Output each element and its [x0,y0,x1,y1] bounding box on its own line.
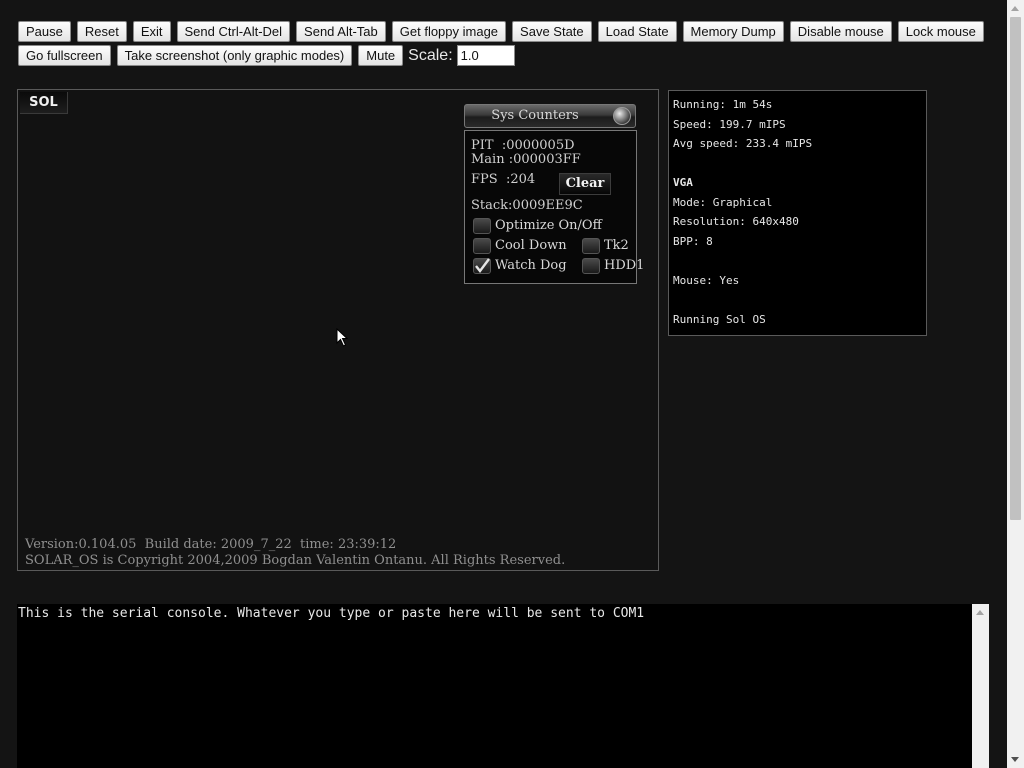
reset-button[interactable]: Reset [76,21,127,42]
page-scroll-down-icon[interactable] [1011,757,1019,762]
go-fullscreen-button[interactable]: Go fullscreen [18,45,111,66]
send-alt-tab-button[interactable]: Send Alt-Tab [296,21,386,42]
emulator-screen[interactable]: SOL Sys Counters PIT :0000005D Main :000… [17,89,659,571]
sys-counters-panel: PIT :0000005D Main :000003FF FPS :204 Cl… [464,130,644,284]
load-state-button[interactable]: Load State [597,21,677,42]
vga-bpp: BPP: 8 [673,235,713,248]
clear-button[interactable]: Clear [559,173,611,195]
scale-input[interactable] [456,45,515,66]
exit-button[interactable]: Exit [132,21,171,42]
pause-button[interactable]: Pause [18,21,71,42]
avg-speed-value: Avg speed: 233.4 mIPS [673,137,813,150]
sol-start-tab[interactable]: SOL [20,92,68,114]
watch-dog-checkbox[interactable] [473,258,491,274]
mouse-pointer-icon [336,328,349,347]
lock-mouse-button[interactable]: Lock mouse [897,21,984,42]
sys-counters-title: Sys Counters [491,108,579,123]
cool-down-label: Cool Down [495,238,567,253]
emulator-status-panel: Running: 1m 54s Speed: 199.7 mIPS Avg sp… [668,90,927,336]
toolbar-row-1: Pause Reset Exit Send Ctrl-Alt-Del Send … [18,21,990,42]
watch-dog-label: Watch Dog [495,258,567,273]
scale-label: Scale: [408,46,453,64]
main-counter: Main :000003FF [471,152,581,167]
fps-counter: FPS :204 [471,172,536,187]
checkmark-icon [475,258,490,273]
page-scrollbar[interactable] [1007,0,1024,768]
pit-counter: PIT :0000005D [471,138,575,153]
page-scroll-thumb[interactable] [1010,17,1021,520]
take-screenshot-button[interactable]: Take screenshot (only graphic modes) [116,45,353,66]
tk2-label: Tk2 [604,238,629,253]
mouse-status: Mouse: Yes [673,274,740,287]
send-ctrl-alt-del-button[interactable]: Send Ctrl-Alt-Del [176,21,291,42]
vga-resolution: Resolution: 640x480 [673,215,799,228]
version-line: Version:0.104.05 Build date: 2009_7_22 t… [25,537,397,552]
stack-counter: Stack:0009EE9C [471,198,583,213]
hdd1-label: HDD1 [604,258,645,273]
window-knob-icon[interactable] [613,107,631,125]
mute-button[interactable]: Mute [358,45,404,66]
page-scroll-up-icon[interactable] [1011,6,1019,11]
scroll-up-arrow-icon[interactable] [976,610,984,615]
get-floppy-image-button[interactable]: Get floppy image [391,21,507,42]
hdd1-checkbox[interactable] [582,258,600,274]
disable-mouse-button[interactable]: Disable mouse [789,21,892,42]
vga-mode: Mode: Graphical [673,196,773,209]
running-os: Running Sol OS [673,313,766,326]
speed-value: Speed: 199.7 mIPS [673,118,786,131]
running-time: Running: 1m 54s [673,98,773,111]
serial-console[interactable]: This is the serial console. Whatever you… [17,604,972,768]
copyright-line: SOLAR_OS is Copyright 2004,2009 Bogdan V… [25,553,566,568]
toolbar-row-2: Go fullscreen Take screenshot (only grap… [18,45,515,66]
optimize-label: Optimize On/Off [495,218,602,233]
vga-header: VGA [673,176,693,189]
tk2-checkbox[interactable] [582,238,600,254]
cool-down-checkbox[interactable] [473,238,491,254]
sys-counters-titlebar[interactable]: Sys Counters [464,104,636,128]
memory-dump-button[interactable]: Memory Dump [682,21,784,42]
console-scrollbar[interactable] [972,604,989,768]
optimize-checkbox[interactable] [473,218,491,234]
save-state-button[interactable]: Save State [512,21,592,42]
